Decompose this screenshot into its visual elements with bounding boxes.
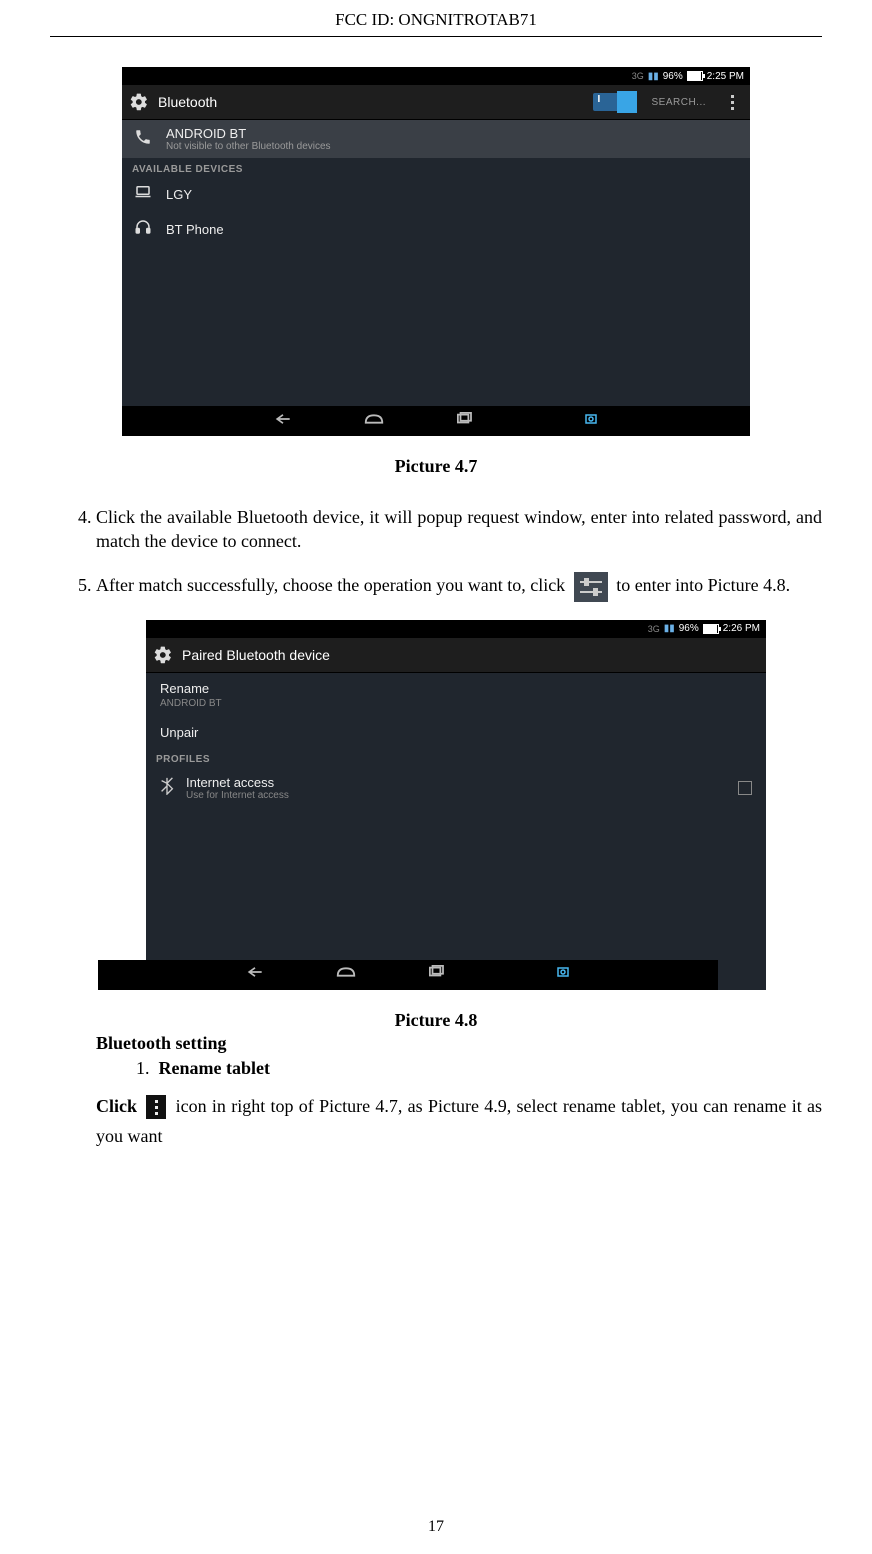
- step-5: After match successfully, choose the ope…: [96, 572, 822, 602]
- phone-icon: [132, 128, 154, 151]
- nav-recent-icon[interactable]: [427, 965, 445, 984]
- profile-internet-row[interactable]: Internet access Use for Internet access: [146, 767, 766, 809]
- nav-back-icon[interactable]: [273, 412, 293, 431]
- caption-picture-4-7: Picture 4.7: [50, 456, 822, 477]
- available-devices-label: AVAILABLE DEVICES: [122, 158, 750, 177]
- rename-instruction-paragraph: Click icon in right top of Picture 4.7, …: [96, 1091, 822, 1152]
- profile-checkbox[interactable]: [738, 781, 752, 795]
- device-name: BT Phone: [166, 222, 224, 237]
- signal-icon: 3G: [632, 71, 644, 81]
- signal-bars-icon: ▮▮: [648, 71, 659, 82]
- self-device-name: ANDROID BT: [166, 126, 331, 141]
- self-device-sub: Not visible to other Bluetooth devices: [166, 141, 331, 152]
- settings-gear-icon[interactable]: [128, 91, 150, 113]
- status-bar: 3G ▮▮ 96% 2:26 PM: [146, 620, 766, 638]
- caption-picture-4-8: Picture 4.8: [50, 1010, 822, 1031]
- bluetooth-toggle[interactable]: I: [593, 93, 637, 111]
- appbar-title: Paired Bluetooth device: [182, 647, 330, 663]
- overflow-menu-icon[interactable]: [720, 95, 744, 110]
- profile-name: Internet access: [186, 775, 289, 790]
- status-time: 2:26 PM: [723, 623, 760, 634]
- status-bar: 3G ▮▮ 96% 2:25 PM: [122, 67, 750, 85]
- device-name: LGY: [166, 187, 192, 202]
- nav-volume-icon[interactable]: [583, 412, 599, 431]
- nav-bar: [122, 406, 750, 436]
- battery-icon: [687, 71, 703, 81]
- list-number: 1.: [136, 1058, 150, 1078]
- para-click-word: Click: [96, 1096, 142, 1116]
- screenshot-bluetooth-list: 3G ▮▮ 96% 2:25 PM Bluetooth I SEARCH...: [122, 67, 750, 436]
- battery-percent: 96%: [663, 71, 683, 82]
- signal-bars-icon: ▮▮: [664, 623, 675, 634]
- rename-row[interactable]: Rename ANDROID BT: [146, 673, 766, 717]
- device-row-lgy[interactable]: LGY: [122, 177, 750, 212]
- fcc-id-header: FCC ID: ONGNITROTAB71: [50, 10, 822, 37]
- laptop-icon: [132, 183, 154, 206]
- nav-home-icon[interactable]: [363, 412, 385, 431]
- step-4: Click the available Bluetooth device, it…: [96, 505, 822, 554]
- battery-percent: 96%: [679, 623, 699, 634]
- bluetooth-icon: [160, 777, 174, 798]
- app-bar: Bluetooth I SEARCH...: [122, 85, 750, 120]
- search-devices-button[interactable]: SEARCH...: [645, 97, 712, 108]
- rename-value: ANDROID BT: [160, 698, 222, 709]
- rename-label: Rename: [160, 681, 209, 696]
- para-rest: icon in right top of Picture 4.7, as Pic…: [96, 1096, 822, 1147]
- settings-gear-icon[interactable]: [152, 644, 174, 666]
- nav-volume-icon[interactable]: [555, 965, 571, 984]
- toggle-on-label: I: [597, 94, 600, 105]
- signal-icon: 3G: [648, 624, 660, 634]
- step-5-text-b: to enter into Picture 4.8.: [616, 575, 790, 595]
- screenshot-paired-device: 3G ▮▮ 96% 2:26 PM Paired Bluetooth devic…: [146, 620, 766, 990]
- nav-recent-icon[interactable]: [455, 412, 473, 431]
- unpair-label: Unpair: [160, 725, 198, 740]
- battery-icon: [703, 624, 719, 634]
- instruction-list: Click the available Bluetooth device, it…: [50, 505, 822, 602]
- app-bar: Paired Bluetooth device: [146, 638, 766, 673]
- overflow-menu-icon: [146, 1095, 166, 1119]
- bluetooth-setting-heading: Bluetooth setting: [96, 1033, 822, 1054]
- unpair-row[interactable]: Unpair: [146, 717, 766, 748]
- profile-sub: Use for Internet access: [186, 790, 289, 801]
- page-number: 17: [0, 1518, 872, 1536]
- nav-bar: [98, 960, 718, 990]
- nav-home-icon[interactable]: [335, 965, 357, 984]
- device-row-btphone[interactable]: BT Phone: [122, 212, 750, 247]
- rename-tablet-label: Rename tablet: [159, 1058, 270, 1078]
- rename-tablet-item: 1. Rename tablet: [136, 1058, 822, 1079]
- status-time: 2:25 PM: [707, 71, 744, 82]
- profiles-label: PROFILES: [146, 748, 766, 767]
- nav-back-icon[interactable]: [245, 965, 265, 984]
- self-device-row[interactable]: ANDROID BT Not visible to other Bluetoot…: [122, 120, 750, 158]
- headphones-icon: [132, 218, 154, 241]
- settings-sliders-icon: [574, 572, 608, 602]
- appbar-title: Bluetooth: [158, 94, 217, 110]
- step-5-text-a: After match successfully, choose the ope…: [96, 575, 570, 595]
